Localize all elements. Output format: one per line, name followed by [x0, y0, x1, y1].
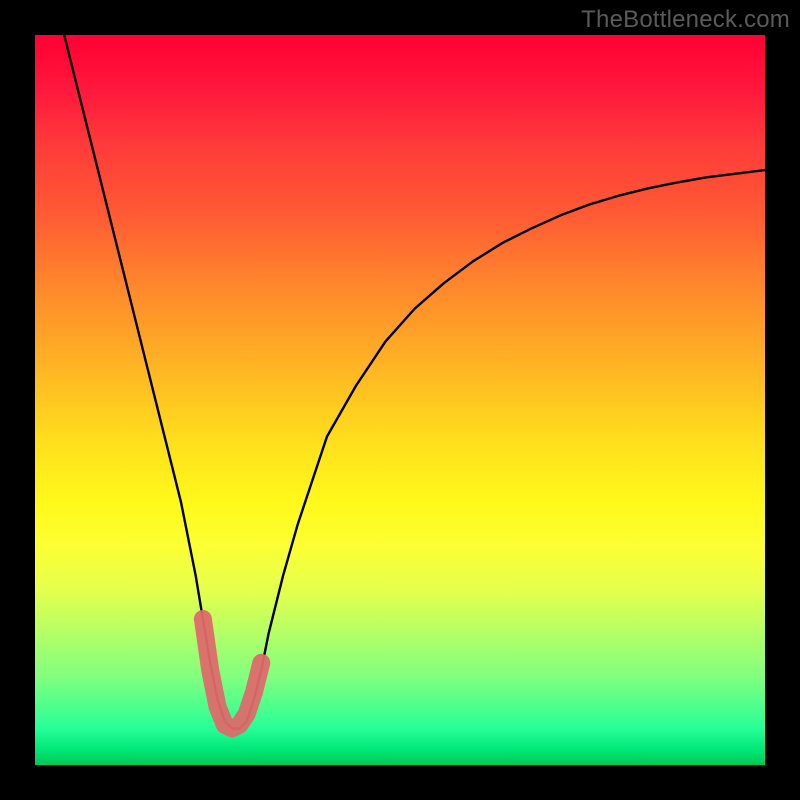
plot-area [35, 35, 765, 765]
bottleneck-curve-svg [35, 35, 765, 765]
bottleneck-curve [64, 35, 765, 729]
valley-overlay [203, 619, 261, 729]
chart-frame: TheBottleneck.com [0, 0, 800, 800]
watermark-text: TheBottleneck.com [581, 6, 790, 34]
